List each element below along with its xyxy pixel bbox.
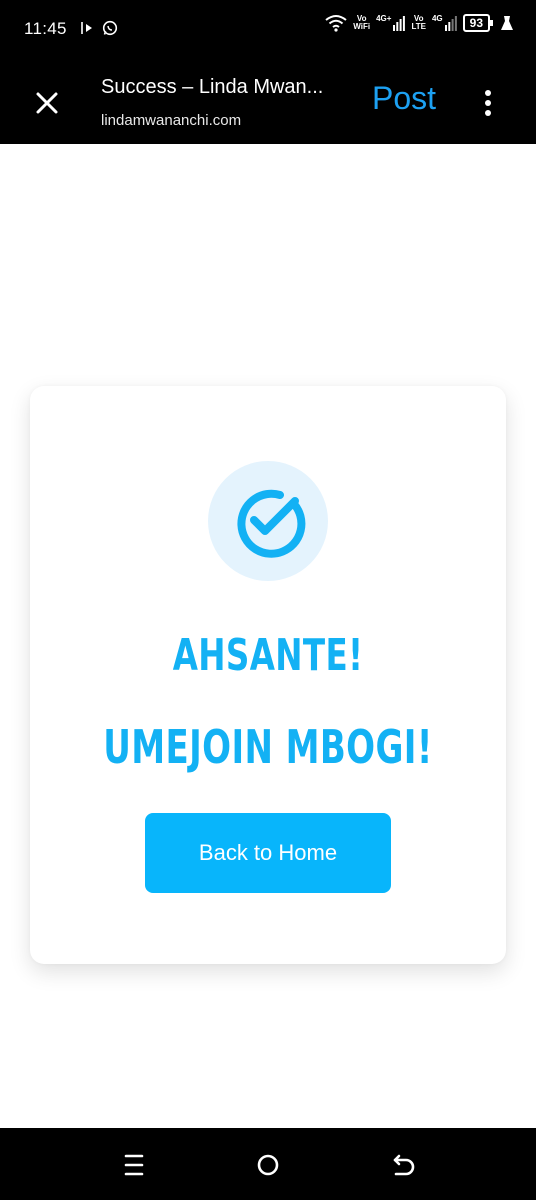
close-icon[interactable] — [30, 86, 64, 120]
whatsapp-icon — [102, 20, 118, 36]
battery-icon: 93 — [462, 14, 494, 32]
more-vertical-icon[interactable] — [476, 86, 500, 120]
status-time: 11:45 — [24, 19, 67, 38]
signal-icon — [444, 16, 457, 31]
network-4gplus-indicator: 4G+ — [376, 15, 406, 31]
back-to-home-button[interactable]: Back to Home — [145, 813, 391, 893]
vowifi-indicator: Vo WiFi — [353, 14, 371, 31]
signal-icon — [393, 16, 406, 31]
success-heading: AHSANTE! — [172, 630, 364, 681]
browser-toolbar: Success – Linda Mwan... lindamwananchi.c… — [0, 60, 536, 144]
system-navigation-bar — [0, 1128, 536, 1200]
page-url: lindamwananchi.com — [101, 112, 242, 129]
cast-icon — [81, 22, 92, 34]
wifi-icon — [325, 15, 347, 32]
home-icon[interactable] — [253, 1150, 283, 1180]
check-circle-icon — [237, 489, 306, 558]
bolt-icon — [501, 16, 513, 30]
success-icon-badge — [208, 461, 328, 581]
recent-apps-icon[interactable] — [119, 1150, 149, 1180]
success-card: AHSANTE! UMEJOIN MBOGI! Back to Home — [30, 386, 506, 964]
status-bar: 11:45 Vo WiFi 4G+ Vo LTE 4G 93 — [0, 0, 536, 60]
network-4g-indicator: 4G — [432, 15, 457, 31]
page-title: Success – Linda Mwan... — [101, 76, 324, 98]
success-subheading: UMEJOIN MBOGI! — [103, 720, 433, 774]
post-button[interactable]: Post — [372, 80, 436, 117]
volte-indicator: Vo LTE — [411, 14, 426, 31]
system-indicators: Vo WiFi 4G+ Vo LTE 4G 93 — [325, 14, 514, 32]
back-icon[interactable] — [387, 1150, 417, 1180]
notification-icons — [80, 20, 118, 36]
